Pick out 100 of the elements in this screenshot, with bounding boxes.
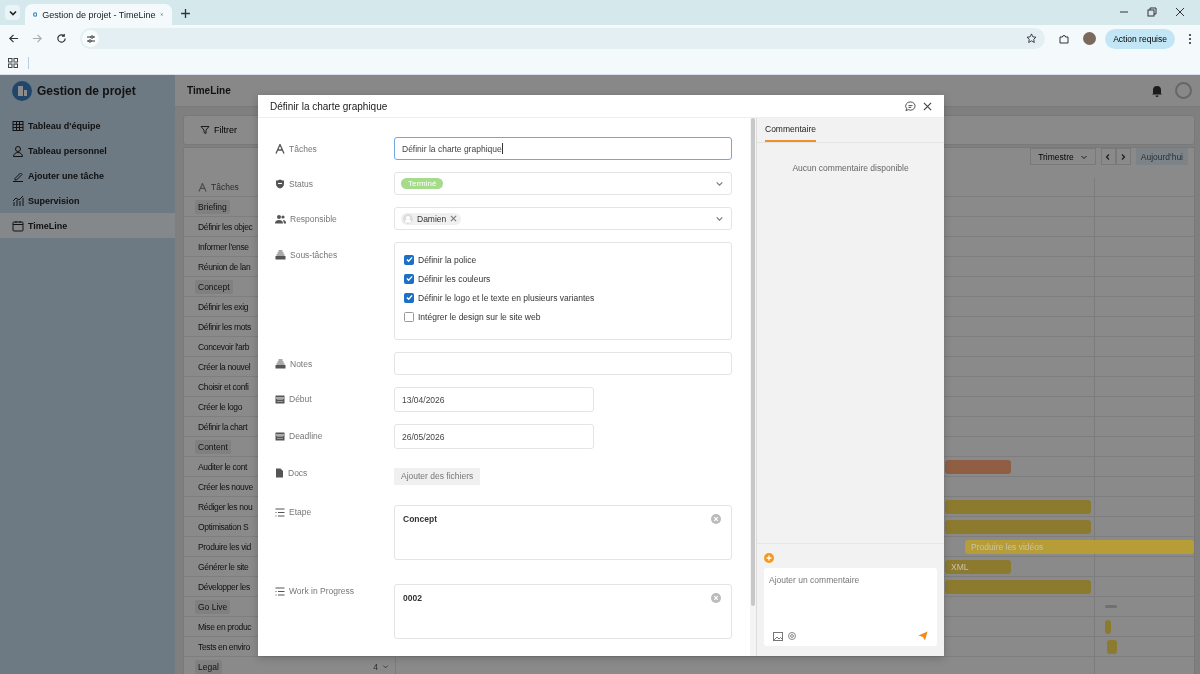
empty-message: Aucun commentaire disponible (791, 163, 910, 173)
action-required-button[interactable]: Action requise (1105, 28, 1175, 49)
field-label: Status (289, 178, 314, 189)
task-count: 4 (373, 661, 378, 672)
task-name[interactable]: Générer le site (195, 561, 249, 572)
task-name[interactable]: Créer les nouve (195, 481, 253, 492)
task-name[interactable]: Produire les vid (195, 541, 251, 552)
new-tab-icon[interactable] (180, 8, 191, 19)
checkmark-icon (405, 294, 413, 301)
forward-arrow-icon[interactable] (32, 33, 43, 44)
person-icon (12, 144, 24, 157)
field-label: Début (289, 393, 312, 404)
comment-input[interactable]: Ajouter un commentaire (764, 568, 937, 646)
apps-grid-icon[interactable] (8, 58, 18, 68)
text-field[interactable]: Définir la charte graphique (394, 137, 732, 160)
comment-tab[interactable]: Commentaire (765, 124, 817, 142)
menu-icon[interactable] (1188, 32, 1192, 45)
close-icon[interactable] (923, 101, 932, 111)
sidebar-item[interactable]: Tableau personnel (0, 138, 175, 163)
tab-search-button[interactable] (5, 5, 20, 20)
scrollbar-thumb[interactable] (751, 118, 755, 606)
people-dropdown[interactable]: Damien (394, 207, 732, 230)
field-label: Tâches (289, 143, 317, 154)
back-arrow-icon[interactable] (8, 33, 19, 44)
date-field[interactable]: 26/05/2026 (394, 424, 594, 449)
add-icon[interactable] (764, 553, 774, 563)
remove-icon[interactable] (450, 215, 458, 222)
task-name[interactable]: Définir les objec (195, 221, 253, 232)
task-name[interactable]: Optimisation S (195, 521, 249, 532)
calendar-icon (12, 219, 24, 232)
letter-icon (198, 182, 207, 192)
restore-icon[interactable] (1147, 7, 1157, 17)
sidebar-item[interactable]: Supervision (0, 188, 175, 213)
previous-button[interactable] (1100, 148, 1116, 165)
sidebar-item[interactable]: TimeLine (0, 213, 175, 238)
site-settings-icon[interactable] (85, 33, 96, 44)
task-name[interactable]: Rédiger les nou (195, 501, 253, 512)
table-icon (12, 119, 24, 132)
list-icon (275, 586, 285, 596)
address-field[interactable] (80, 28, 1046, 49)
profile-avatar[interactable] (1083, 32, 1097, 45)
task-name[interactable]: Créer le logo (195, 401, 243, 412)
scale-dropdown[interactable]: Trimestre (1030, 148, 1096, 165)
letter-icon (275, 143, 285, 154)
bell-icon[interactable] (1151, 84, 1163, 97)
task-name[interactable]: Créer la nouvel (195, 361, 251, 372)
subtask-checkbox[interactable]: Intégrer le design sur le site web (404, 310, 722, 323)
star-icon[interactable] (1026, 33, 1038, 44)
reload-icon[interactable] (56, 33, 67, 44)
person-chip[interactable]: Damien (401, 212, 462, 225)
add-files-button[interactable]: Ajouter des fichiers (394, 467, 481, 485)
task-name[interactable]: Définir les mots (195, 321, 251, 332)
chevron-icon[interactable] (382, 663, 389, 670)
task-name[interactable]: Concevoir l'arb (195, 341, 250, 352)
chevron-icon (715, 179, 724, 188)
date-field[interactable]: 13/04/2026 (394, 387, 594, 412)
group-label: Content (195, 439, 231, 454)
file-icon (275, 467, 284, 478)
sidebar-item[interactable]: Tableau d'équipe (0, 113, 175, 138)
at-sign-icon[interactable] (788, 632, 796, 640)
task-name[interactable]: Informer l'ense (195, 241, 249, 252)
field-label: Docs (288, 467, 308, 478)
tag-field[interactable]: 0002 (394, 584, 732, 639)
chat-bubble-icon[interactable] (905, 100, 916, 112)
subtask-checkbox[interactable]: Définir le logo et le texte en plusieurs variantes (404, 291, 722, 304)
sidebar-item[interactable]: Ajouter une tâche (0, 163, 175, 188)
chevron-icon (715, 214, 724, 223)
task-name[interactable]: Développer les (195, 581, 250, 592)
field-label: Notes (290, 358, 313, 369)
subtask-checkbox[interactable]: Définir les couleurs (404, 272, 722, 285)
favicon-icon (33, 9, 38, 20)
send-icon[interactable] (918, 631, 928, 641)
dialog-title: Définir la charte graphique (270, 100, 388, 112)
text-field[interactable] (394, 352, 732, 375)
tag-field[interactable]: Concept (394, 505, 732, 560)
task-name[interactable]: Choisir et confi (195, 381, 249, 392)
shield-icon (275, 178, 285, 189)
close-icon[interactable] (1175, 7, 1185, 17)
clear-icon[interactable] (711, 514, 721, 524)
task-name[interactable]: Tests en enviro (195, 641, 250, 652)
task-name[interactable]: Auditer le cont (195, 461, 248, 472)
page-title: TimeLine (187, 85, 231, 96)
list-icon (275, 507, 285, 517)
image-icon[interactable] (773, 631, 783, 641)
subtask-checkbox[interactable]: Définir la police (404, 253, 722, 266)
task-name[interactable]: Réunion de lan (195, 261, 251, 272)
task-name[interactable]: Mise en produc (195, 621, 252, 632)
browser-tab[interactable]: Gestion de projet - TimeLine (25, 4, 172, 25)
people-icon (275, 213, 286, 224)
today-button[interactable]: Aujourd'hui (1135, 148, 1188, 165)
chevron-right-icon (1119, 152, 1128, 161)
task-name[interactable]: Définir la chart (195, 421, 248, 432)
user-avatar[interactable] (1175, 82, 1192, 99)
user-avatar-icon (403, 213, 413, 224)
status-tag: Terminé (401, 178, 444, 189)
task-name[interactable]: Définir les exig (195, 301, 249, 312)
clear-icon[interactable] (711, 593, 721, 603)
group-label: Go Live (195, 599, 231, 614)
stack-icon (275, 250, 286, 260)
filter-button[interactable]: Filtrer (196, 125, 241, 135)
